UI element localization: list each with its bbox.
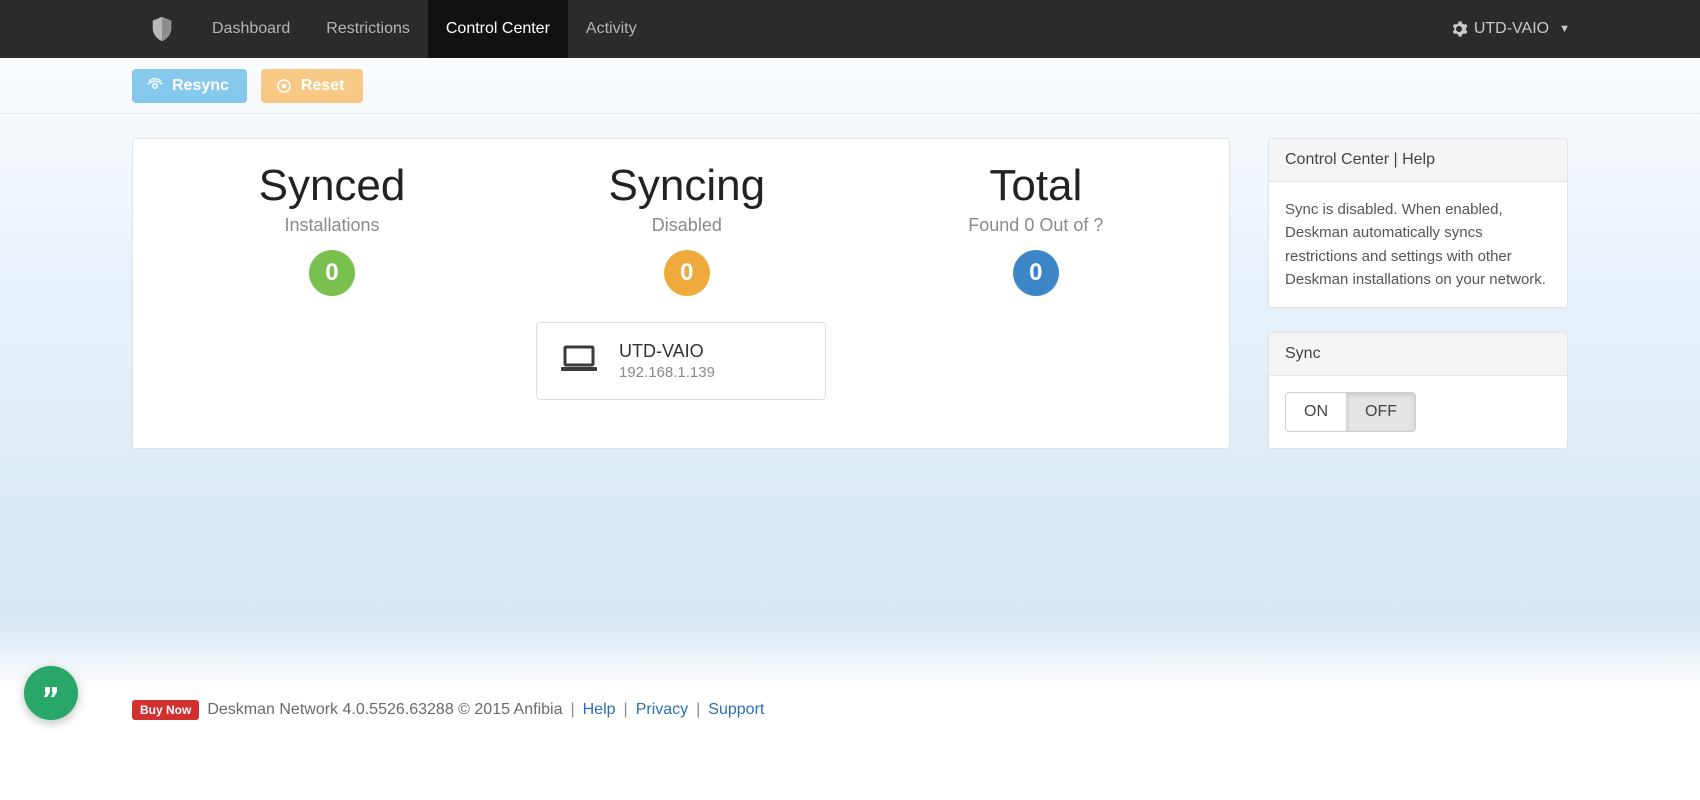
sync-on-button[interactable]: ON	[1286, 393, 1347, 431]
stat-total-title: Total	[968, 161, 1103, 211]
help-panel-title: Control Center | Help	[1269, 139, 1567, 182]
stat-total-sub: Found 0 Out of ?	[968, 215, 1103, 236]
device-card[interactable]: UTD-VAIO 192.168.1.139	[536, 322, 826, 400]
shield-icon	[150, 16, 174, 42]
sync-toggle: ON OFF	[1285, 392, 1416, 432]
stat-synced-title: Synced	[259, 161, 406, 211]
top-navbar: Dashboard Restrictions Control Center Ac…	[0, 0, 1700, 58]
stat-syncing-badge: 0	[664, 250, 710, 296]
stat-total: Total Found 0 Out of ? 0	[968, 161, 1103, 296]
footer-link-help[interactable]: Help	[583, 701, 616, 719]
help-panel-body: Sync is disabled. When enabled, Deskman …	[1269, 182, 1567, 307]
stat-synced: Synced Installations 0	[259, 161, 406, 296]
nav-restrictions[interactable]: Restrictions	[308, 0, 428, 58]
reset-label: Reset	[301, 77, 345, 95]
main-panel: Synced Installations 0 Syncing Disabled …	[132, 138, 1230, 449]
user-menu[interactable]: UTD-VAIO ▼	[1450, 0, 1570, 58]
laptop-icon	[559, 343, 599, 379]
brand-logo[interactable]	[150, 16, 174, 42]
nav-dashboard[interactable]: Dashboard	[194, 0, 308, 58]
sync-panel: Sync ON OFF	[1268, 332, 1568, 449]
nav-activity[interactable]: Activity	[568, 0, 655, 58]
stat-syncing-sub: Disabled	[609, 215, 766, 236]
stat-synced-badge: 0	[309, 250, 355, 296]
footer: Buy Now Deskman Network 4.0.5526.63288 ©…	[0, 688, 1700, 732]
resync-label: Resync	[172, 77, 229, 95]
stat-synced-sub: Installations	[259, 215, 406, 236]
target-icon	[275, 77, 293, 95]
device-name: UTD-VAIO	[619, 341, 715, 362]
action-toolbar: Resync Reset	[0, 58, 1700, 114]
user-label: UTD-VAIO	[1474, 20, 1549, 38]
stat-total-badge: 0	[1013, 250, 1059, 296]
buy-now-badge[interactable]: Buy Now	[132, 700, 199, 720]
sync-panel-title: Sync	[1269, 333, 1567, 376]
device-ip: 192.168.1.139	[619, 364, 715, 381]
gear-icon	[1450, 20, 1468, 38]
caret-down-icon: ▼	[1559, 23, 1570, 35]
help-panel: Control Center | Help Sync is disabled. …	[1268, 138, 1568, 308]
stat-syncing: Syncing Disabled 0	[609, 161, 766, 296]
footer-link-support[interactable]: Support	[708, 701, 764, 719]
resync-button[interactable]: Resync	[132, 69, 247, 103]
footer-product: Deskman Network 4.0.5526.63288 © 2015 An…	[207, 701, 562, 719]
broadcast-icon	[146, 77, 164, 95]
stat-syncing-title: Syncing	[609, 161, 766, 211]
reset-button[interactable]: Reset	[261, 69, 363, 103]
footer-link-privacy[interactable]: Privacy	[636, 701, 688, 719]
nav-control-center[interactable]: Control Center	[428, 0, 568, 58]
sync-off-button[interactable]: OFF	[1347, 393, 1415, 431]
